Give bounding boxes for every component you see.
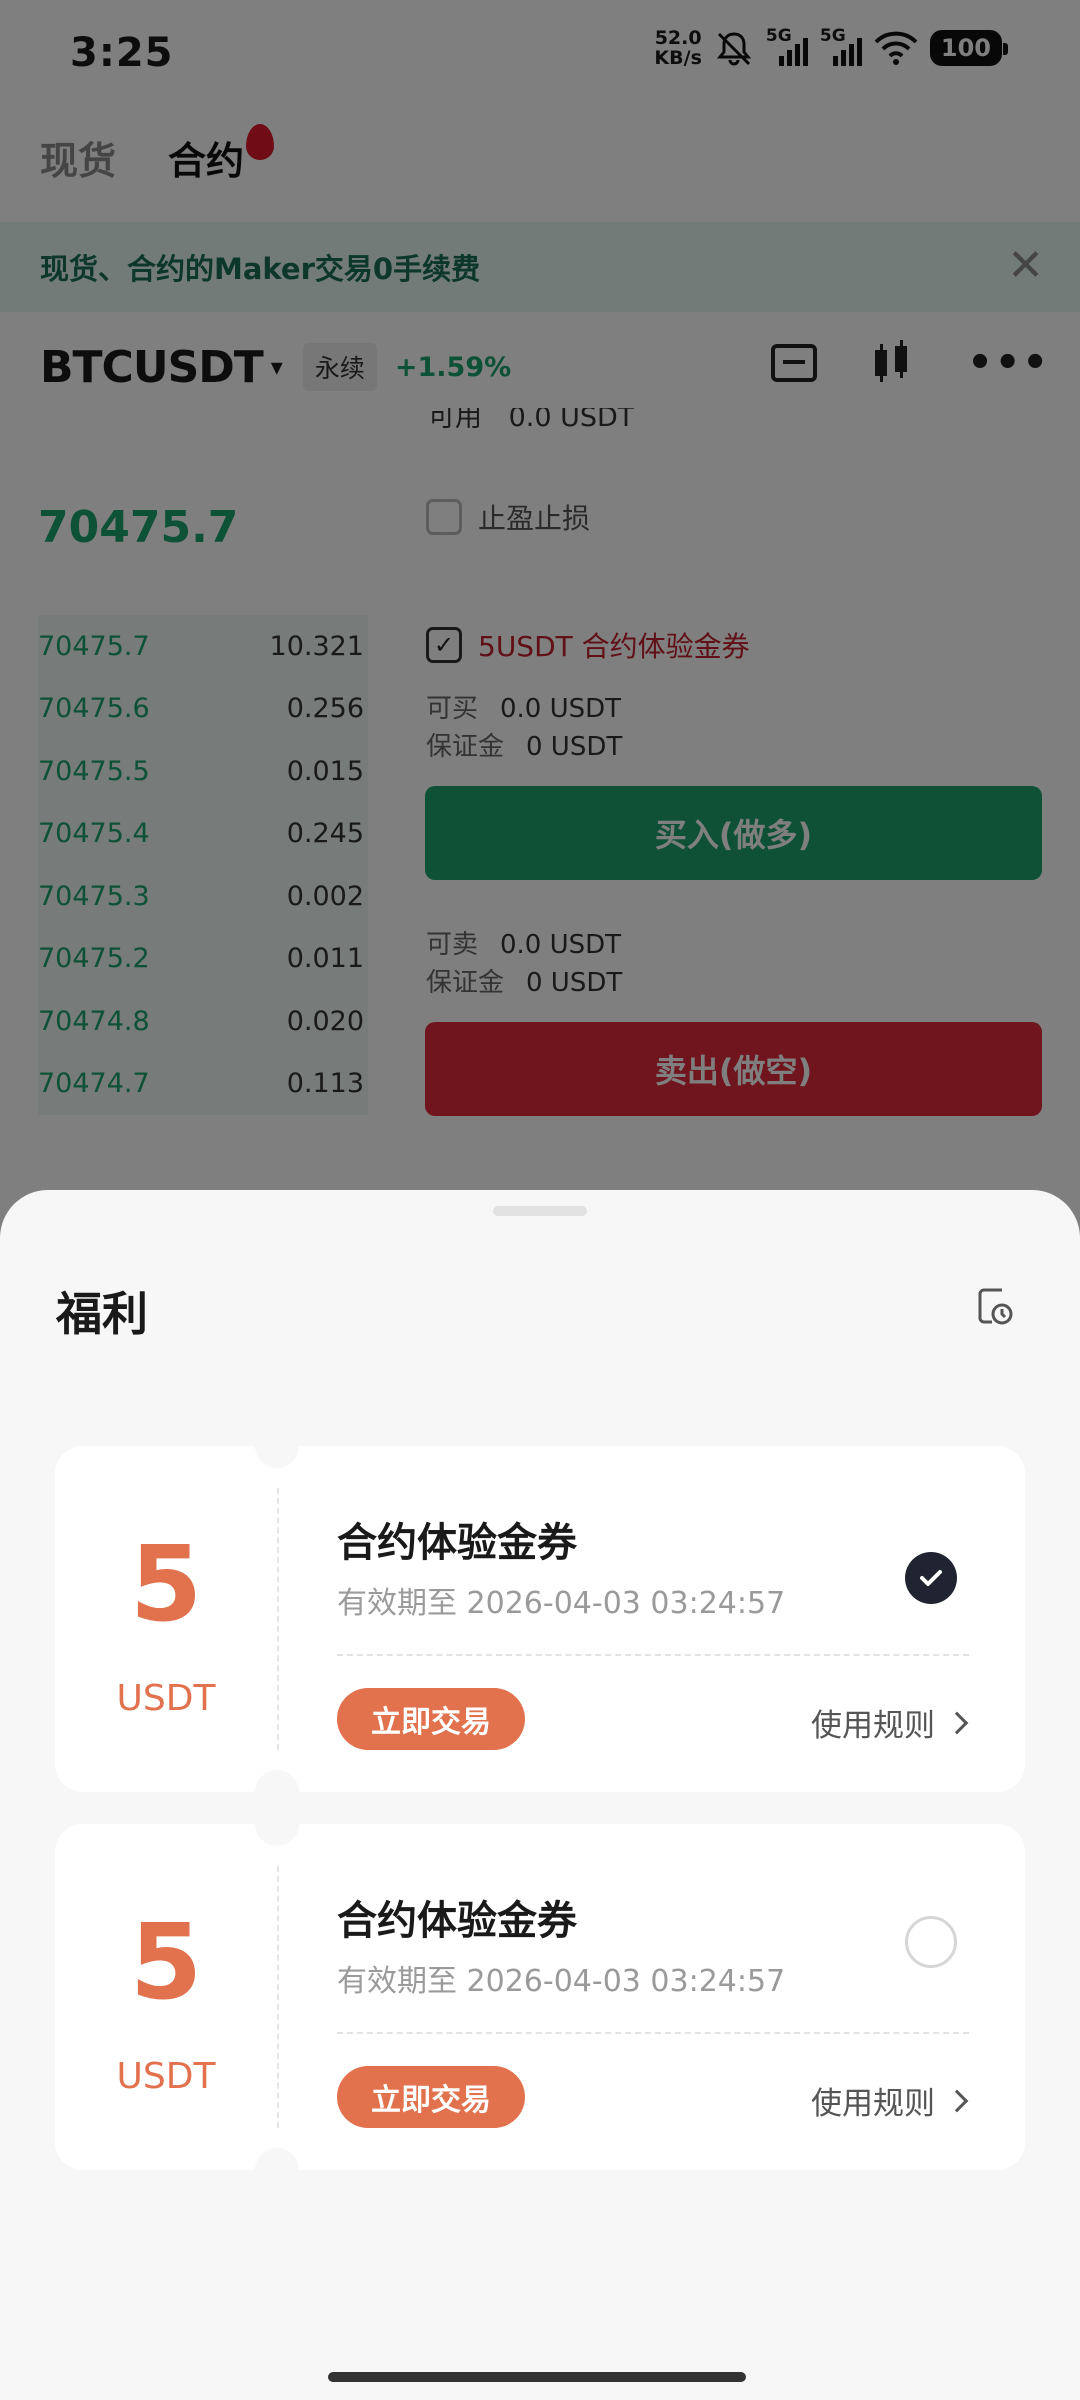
- coupon-validity: 有效期至 2026-04-03 03:24:57: [337, 1964, 786, 1999]
- drag-handle[interactable]: [493, 1206, 587, 1216]
- coupon-detail-panel: 合约体验金券 有效期至 2026-04-03 03:24:57 立即交易 使用规…: [277, 1446, 1025, 1792]
- home-indicator[interactable]: [328, 2372, 746, 2382]
- sheet-title: 福利: [56, 1287, 148, 1341]
- coupon-amount-panel: 5 USDT: [55, 1446, 277, 1792]
- usage-rules-link[interactable]: 使用规则: [811, 2078, 969, 2123]
- coupon-divider: [337, 2032, 969, 2034]
- usage-rules-label: 使用规则: [811, 2086, 935, 2122]
- coupon-unit: USDT: [116, 1678, 216, 1719]
- trade-now-button[interactable]: 立即交易: [337, 2066, 525, 2128]
- coupon-divider: [337, 1654, 969, 1656]
- benefits-sheet: 福利 5 USDT 合约体验金券 有效期至 2026-04-03 03:24:5…: [0, 1190, 1080, 2400]
- coupon-card[interactable]: 5 USDT 合约体验金券 有效期至 2026-04-03 03:24:57 立…: [55, 1824, 1025, 2170]
- selected-check-icon[interactable]: [905, 1552, 957, 1604]
- chevron-right-icon: [945, 2089, 969, 2112]
- coupon-perforation: [277, 1488, 279, 1750]
- trade-now-button[interactable]: 立即交易: [337, 1688, 525, 1750]
- history-icon[interactable]: [976, 1286, 1014, 1326]
- coupon-title: 合约体验金券: [337, 1520, 577, 1566]
- coupon-amount-panel: 5 USDT: [55, 1824, 277, 2170]
- coupon-unit: USDT: [116, 2056, 216, 2097]
- coupon-amount: 5: [129, 1901, 203, 2023]
- coupon-perforation: [277, 1866, 279, 2128]
- coupon-detail-panel: 合约体验金券 有效期至 2026-04-03 03:24:57 立即交易 使用规…: [277, 1824, 1025, 2170]
- usage-rules-link[interactable]: 使用规则: [811, 1700, 969, 1745]
- coupon-amount: 5: [129, 1523, 203, 1645]
- coupon-card[interactable]: 5 USDT 合约体验金券 有效期至 2026-04-03 03:24:57 立…: [55, 1446, 1025, 1792]
- coupon-title: 合约体验金券: [337, 1898, 577, 1944]
- usage-rules-label: 使用规则: [811, 1708, 935, 1744]
- chevron-right-icon: [945, 1711, 969, 1734]
- coupon-validity: 有效期至 2026-04-03 03:24:57: [337, 1586, 786, 1621]
- unselected-radio-icon[interactable]: [905, 1916, 957, 1968]
